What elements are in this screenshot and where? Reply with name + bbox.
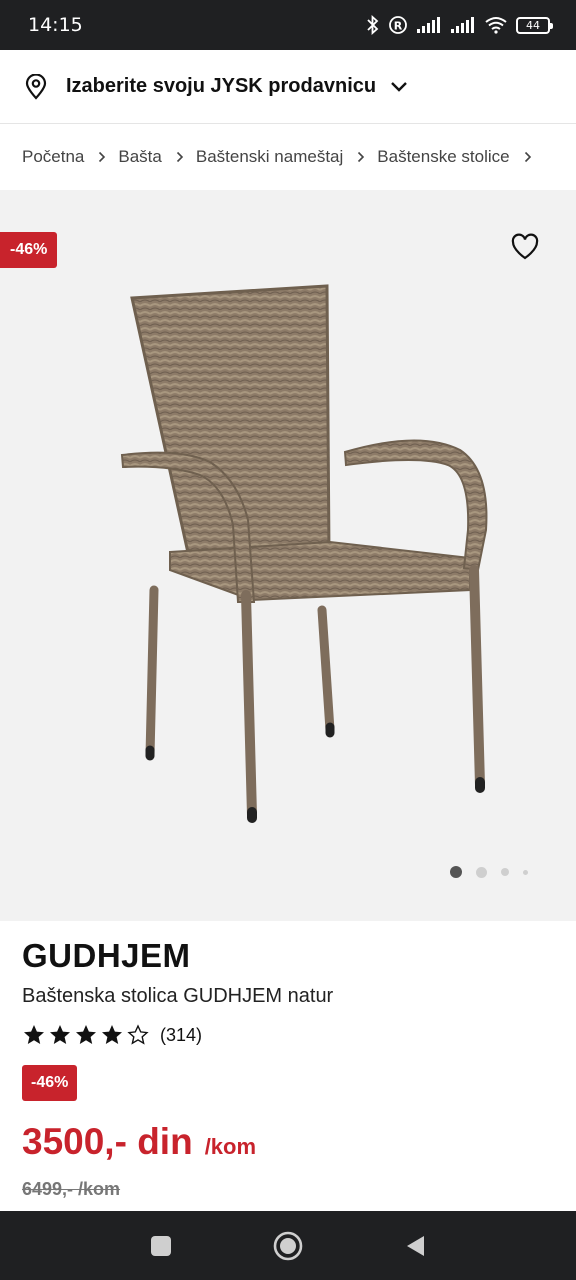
wifi-icon [485,17,507,34]
pagination-dot[interactable] [523,869,528,875]
back-icon[interactable] [404,1234,426,1258]
product-image-gallery[interactable]: -46% [0,190,576,921]
registered-icon: R [389,16,407,34]
breadcrumb-item-garden-chairs[interactable]: Baštenske stolice [377,147,509,167]
pagination-dot[interactable] [476,866,487,878]
product-info: GUDHJEM Baštenska stolica GUDHJEM natur … [0,921,576,1211]
product-image [120,284,488,823]
star-empty-icon [127,1024,149,1045]
chevron-right-icon [357,151,365,163]
discount-badge: -46% [22,1065,78,1101]
home-icon[interactable] [273,1231,303,1261]
star-filled-icon [24,1025,44,1044]
gallery-pagination [450,866,528,878]
breadcrumb-item-home[interactable]: Početna [22,147,84,167]
pagination-dot[interactable] [450,866,462,878]
breadcrumb-item-garden[interactable]: Bašta [118,147,161,167]
battery-level: 44 [526,18,540,32]
status-time: 14:15 [28,14,83,36]
price: 3500,- din /kom [22,1121,256,1163]
breadcrumb: Početna Bašta Baštenski nameštaj Baštens… [0,124,576,190]
chevron-right-icon [98,151,106,163]
chevron-down-icon [391,81,407,92]
signal-icon-2 [451,17,474,33]
svg-text:R: R [394,20,403,33]
price-value: 3500,- din [22,1121,193,1162]
status-icons: R 44 [366,15,553,35]
battery-icon: 44 [516,16,553,34]
star-filled-icon [76,1025,96,1044]
product-rating[interactable]: (314) [22,1023,202,1047]
product-name: Baštenska stolica GUDHJEM natur [22,985,334,1007]
signal-icon [417,17,440,33]
store-selector[interactable]: Izaberite svoju JYSK prodavnicu [0,50,576,124]
heart-icon[interactable] [510,232,540,262]
product-brand: GUDHJEM [22,937,191,974]
location-pin-icon [25,73,47,100]
discount-badge: -46% [0,232,58,268]
star-filled-icon [102,1025,122,1044]
star-filled-icon [50,1025,70,1044]
old-price: 6499,- /kom [22,1179,121,1199]
price-unit: /kom [204,1134,257,1159]
chevron-right-icon [524,151,532,163]
recent-apps-icon[interactable] [150,1235,172,1257]
bluetooth-icon [367,15,379,35]
breadcrumb-item-garden-furniture[interactable]: Baštenski nameštaj [196,147,343,167]
review-count: (314) [160,1024,203,1045]
pagination-dot[interactable] [501,868,509,876]
store-selector-label: Izaberite svoju JYSK prodavnicu [66,75,377,97]
system-nav-bar [0,1211,576,1280]
status-bar: 14:15 R 44 [0,0,576,50]
chevron-right-icon [176,151,184,163]
